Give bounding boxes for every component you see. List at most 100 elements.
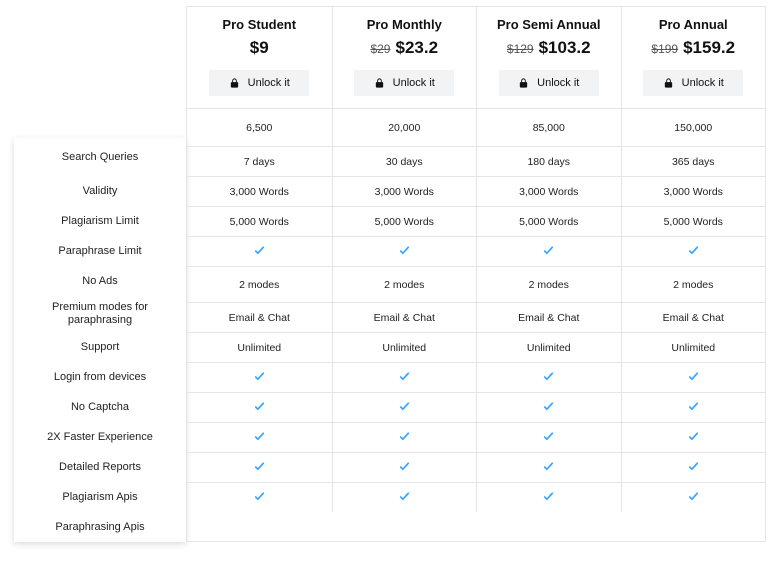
check-mark — [687, 460, 700, 476]
plan-price: $103.2 — [539, 38, 591, 58]
check-mark — [542, 490, 555, 506]
check-mark — [253, 244, 266, 260]
pricing-table: Search QueriesValidityPlagiarism LimitPa… — [0, 0, 780, 556]
check-mark — [687, 370, 700, 386]
feature-value: 2 modes — [333, 266, 477, 302]
feature-value — [187, 422, 332, 452]
plans-row: Pro Student$9Unlock it6,5007 days3,000 W… — [187, 7, 765, 512]
feature-value — [477, 362, 621, 392]
unlock-button[interactable]: Unlock it — [354, 70, 454, 96]
feature-value: Email & Chat — [622, 302, 766, 332]
feature-value: Unlimited — [333, 332, 477, 362]
plan-name: Pro Student — [191, 17, 328, 32]
unlock-button[interactable]: Unlock it — [209, 70, 309, 96]
plan-price: $9 — [250, 38, 269, 58]
check-icon — [253, 400, 266, 413]
feature-value: 5,000 Words — [333, 206, 477, 236]
feature-value — [477, 422, 621, 452]
unlock-button[interactable]: Unlock it — [643, 70, 743, 96]
plan-column: Pro Student$9Unlock it6,5007 days3,000 W… — [187, 7, 332, 512]
unlock-label: Unlock it — [393, 77, 435, 89]
check-mark — [398, 460, 411, 476]
feature-label: Paraphrase Limit — [14, 236, 186, 266]
feature-label: Plagiarism Limit — [14, 206, 186, 236]
check-icon — [398, 370, 411, 383]
feature-value: 30 days — [333, 146, 477, 176]
feature-value: Email & Chat — [477, 302, 621, 332]
feature-value — [333, 452, 477, 482]
feature-value: Unlimited — [477, 332, 621, 362]
feature-value — [187, 482, 332, 512]
feature-value: 7 days — [187, 146, 332, 176]
feature-value: 3,000 Words — [333, 176, 477, 206]
feature-value: 2 modes — [622, 266, 766, 302]
original-price: $29 — [370, 42, 390, 56]
lock-icon — [229, 77, 240, 89]
check-mark — [253, 460, 266, 476]
plan-price-row: $9 — [191, 38, 328, 58]
feature-label: Support — [14, 332, 186, 362]
feature-label: No Ads — [14, 266, 186, 296]
feature-value: 150,000 — [622, 108, 766, 146]
lock-icon — [374, 77, 385, 89]
plan-header: Pro Student $9 — [187, 7, 332, 70]
feature-value: 5,000 Words — [477, 206, 621, 236]
feature-label: Search Queries — [14, 138, 186, 176]
feature-value: 2 modes — [187, 266, 332, 302]
plan-name: Pro Monthly — [337, 17, 473, 32]
check-mark — [687, 244, 700, 260]
feature-value — [333, 392, 477, 422]
feature-value: 3,000 Words — [622, 176, 766, 206]
feature-value: 20,000 — [333, 108, 477, 146]
feature-value — [477, 452, 621, 482]
check-mark — [542, 370, 555, 386]
check-mark — [253, 430, 266, 446]
unlock-button[interactable]: Unlock it — [499, 70, 599, 96]
feature-label: Plagiarism Apis — [14, 482, 186, 512]
check-mark — [398, 370, 411, 386]
feature-value — [622, 392, 766, 422]
feature-value: Unlimited — [187, 332, 332, 362]
check-icon — [542, 430, 555, 443]
check-icon — [253, 370, 266, 383]
check-icon — [687, 244, 700, 257]
feature-value — [187, 392, 332, 422]
plan-name: Pro Semi Annual — [481, 17, 617, 32]
unlock-label: Unlock it — [537, 77, 579, 89]
check-mark — [542, 460, 555, 476]
original-price: $129 — [507, 42, 534, 56]
feature-value — [622, 452, 766, 482]
check-icon — [253, 430, 266, 443]
check-icon — [398, 400, 411, 413]
check-icon — [398, 430, 411, 443]
check-mark — [253, 400, 266, 416]
check-mark — [687, 490, 700, 506]
plan-price-row: $199$159.2 — [626, 38, 762, 58]
feature-label: 2X Faster Experience — [14, 422, 186, 452]
feature-value: 3,000 Words — [477, 176, 621, 206]
check-mark — [687, 400, 700, 416]
feature-value: Unlimited — [622, 332, 766, 362]
check-icon — [542, 490, 555, 503]
check-mark — [253, 490, 266, 506]
feature-value — [622, 422, 766, 452]
plan-price: $23.2 — [395, 38, 438, 58]
plan-price: $159.2 — [683, 38, 735, 58]
check-mark — [542, 430, 555, 446]
feature-value — [187, 362, 332, 392]
feature-labels-column: Search QueriesValidityPlagiarism LimitPa… — [14, 138, 186, 542]
feature-label: Paraphrasing Apis — [14, 512, 186, 542]
feature-label: Login from devices — [14, 362, 186, 392]
plan-price-row: $129 $103.2 — [481, 38, 617, 58]
feature-value — [622, 362, 766, 392]
feature-label: Detailed Reports — [14, 452, 186, 482]
check-icon — [253, 244, 266, 257]
lock-icon — [663, 77, 674, 89]
feature-value: 180 days — [477, 146, 621, 176]
plan-column: Pro Monthly $29 $23.2 Unlock it 20,00030 day… — [332, 7, 477, 512]
feature-label: Premium modes for paraphrasing — [14, 296, 186, 332]
check-icon — [687, 460, 700, 473]
feature-value: Email & Chat — [333, 302, 477, 332]
unlock-label: Unlock it — [248, 77, 290, 89]
plans-container: Pro Student$9Unlock it6,5007 days3,000 W… — [186, 6, 766, 542]
